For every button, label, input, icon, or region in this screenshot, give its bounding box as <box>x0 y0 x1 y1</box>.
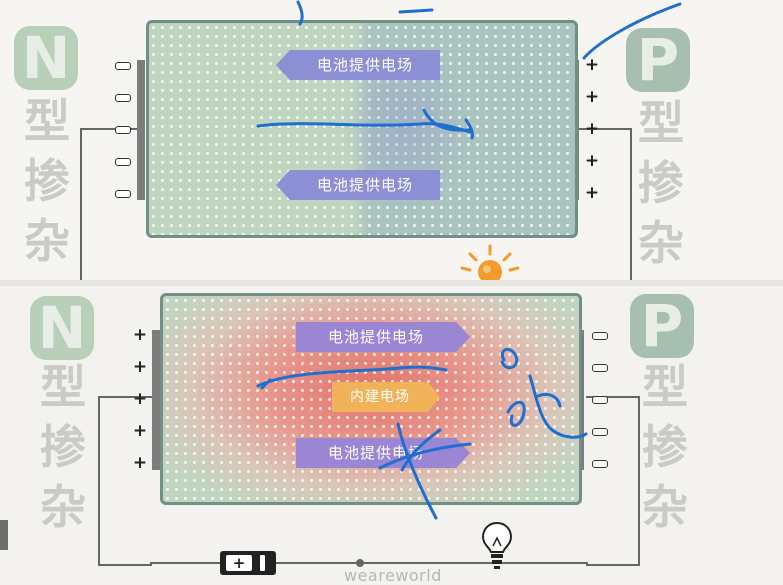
battery-negative-terminal <box>260 555 265 571</box>
bottom-plus-4: + <box>132 421 148 441</box>
unlit-bulb-icon <box>480 520 514 570</box>
bottom-minus-4 <box>592 428 608 436</box>
bottom-minus-3 <box>592 396 608 404</box>
p-char-1-bottom: 型 <box>642 360 688 414</box>
bottom-plus-5: + <box>132 453 148 473</box>
top-panel: N 型 掺 杂 P 型 掺 杂 电池提供电场 电池提供电场 + + + + + <box>0 0 783 284</box>
bottom-plus-3: + <box>132 389 148 409</box>
bottom-left-plate <box>152 330 160 470</box>
scroll-edge-strip <box>0 520 8 550</box>
bottom-minus-2 <box>592 364 608 372</box>
p-char-2-bottom: 掺 <box>642 420 688 474</box>
bottom-plus-1: + <box>132 325 148 345</box>
top-minus-2 <box>115 94 131 102</box>
top-minus-5 <box>115 190 131 198</box>
p-letter-badge-bottom: P <box>630 294 694 358</box>
top-minus-4 <box>115 158 131 166</box>
battery-plus-label: + <box>226 555 252 571</box>
bottom-base-wire <box>150 562 588 564</box>
top-plus-1: + <box>584 55 600 75</box>
n-char-3-bottom: 杂 <box>40 480 86 534</box>
top-plus-2: + <box>584 87 600 107</box>
top-minus-1 <box>115 62 131 70</box>
n-char-1: 型 <box>24 94 70 148</box>
n-char-1-bottom: 型 <box>40 360 86 414</box>
top-field-arrow-1: 电池提供电场 <box>276 50 440 80</box>
bottom-field-arrow-1: 电池提供电场 <box>296 322 470 352</box>
n-char-2-bottom: 掺 <box>40 420 86 474</box>
bottom-plus-2: + <box>132 357 148 377</box>
p-char-3: 杂 <box>638 216 684 270</box>
n-char-2: 掺 <box>24 154 70 208</box>
top-plus-4: + <box>584 151 600 171</box>
n-letter-badge-bottom: N <box>30 296 94 360</box>
n-char-3: 杂 <box>24 214 70 268</box>
top-field-arrow-2: 电池提供电场 <box>276 170 440 200</box>
bottom-field-arrow-2: 电池提供电场 <box>296 438 470 468</box>
bottom-right-wire <box>586 396 640 566</box>
p-char-1: 型 <box>638 96 684 150</box>
builtin-field-arrow: 内建电场 <box>332 382 440 412</box>
top-left-wire <box>80 128 138 280</box>
top-plus-3: + <box>584 119 600 139</box>
top-minus-3 <box>115 126 131 134</box>
n-letter-badge: N <box>14 26 78 90</box>
p-char-3-bottom: 杂 <box>642 480 688 534</box>
p-char-2: 掺 <box>638 156 684 210</box>
bottom-minus-5 <box>592 460 608 468</box>
watermark: weareworld <box>344 566 442 585</box>
p-letter-badge: P <box>626 28 690 92</box>
lit-bulb-icon <box>454 242 524 284</box>
top-plus-5: + <box>584 183 600 203</box>
battery-icon: + <box>220 551 276 575</box>
bottom-minus-1 <box>592 332 608 340</box>
top-left-plate <box>137 60 145 200</box>
